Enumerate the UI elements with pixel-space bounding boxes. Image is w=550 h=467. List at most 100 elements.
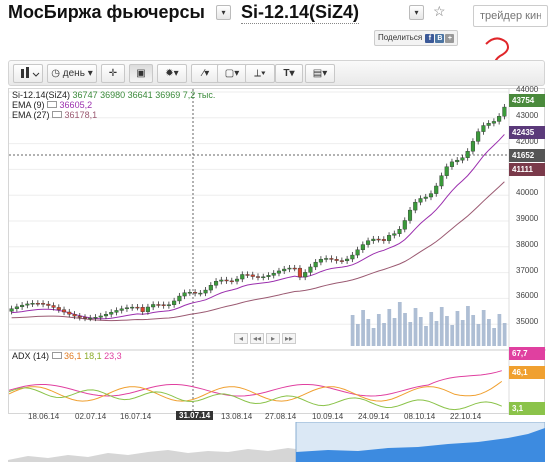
legend-close: 36969 [155,90,181,100]
scroll-left-button[interactable]: ◂ [234,333,248,344]
candle-body [308,266,313,273]
market-dropdown-icon[interactable]: ▾ [216,5,231,20]
ohlc-legend: Si-12.14(SiZ4) 36747 36980 36641 36969 7… [12,90,215,100]
crosshair-icon: ✛ [108,68,118,79]
candle-body [103,314,109,317]
period-button[interactable]: ◷ день ▾ [47,64,97,83]
ema27-legend: EMA (27) 36178,1 [12,110,97,120]
select-icon: ▣ [136,68,146,79]
date-axis-label: 08.10.14 [404,412,436,421]
candle-body [208,285,213,291]
share-label: Поделиться [378,33,423,42]
chart-toolbar: ◷ день ▾ ✛ ▣ ✹▾ ∕▾ ▢▾ ⟂▾ T▾ ▤▾ [8,60,545,86]
text-icon: T▾ [283,68,295,79]
period-label: день [62,68,85,79]
adx-tag-3: 3,1 [509,402,545,415]
candle-body [476,131,481,142]
navigator[interactable] [8,421,546,463]
candle-body [481,125,486,132]
candle-body [402,220,407,230]
more-share-icon[interactable]: + [445,34,455,43]
candle-body [345,258,350,262]
facebook-icon[interactable]: f [425,34,435,43]
instrument-dropdown-icon[interactable]: ▾ [409,5,424,20]
price-axis-label: 40000 [516,188,539,198]
candle-body [497,116,502,122]
scroll-far-right-button[interactable]: ▸▸ [282,333,296,344]
share-button[interactable]: Поделиться f B + [374,30,459,46]
adx-settings-icon[interactable] [51,352,62,359]
search-input[interactable] [473,5,548,27]
candle-body [240,274,245,280]
ema9-price-tag: 42435 [509,126,545,139]
image-icon: ▤▾ [312,68,328,79]
volume-bar [445,316,449,346]
candle-body [166,304,171,306]
scroll-far-left-button[interactable]: ◂◂ [250,333,264,344]
market-title: МосБиржа фьючерсы [8,2,205,22]
volume-bar [397,302,402,346]
volume-bar [366,319,371,346]
price-axis-label: 39000 [516,214,539,223]
chart-area[interactable] [8,88,546,415]
cursor-date-tag: 31.07.14 [176,411,214,420]
price-chart[interactable] [9,89,546,415]
candle-body [434,185,439,194]
vk-icon[interactable]: B [435,34,445,43]
navigator-chart [8,421,546,463]
chevron-down-icon: ▾ [87,68,93,79]
favorite-star-icon[interactable]: ☆ [433,3,446,20]
candle-body [119,308,124,311]
price-axis-label: 36000 [516,291,539,301]
adx-tag-2: 46,1 [509,366,545,379]
fibonacci-button[interactable]: ⟂▾ [245,64,275,83]
price-axis-label: 37000 [516,265,539,275]
ema27-value: 36178,1 [64,110,98,120]
image-button[interactable]: ▤▾ [305,64,335,83]
volume-bar [387,309,392,346]
candle-body [72,314,77,317]
candle-body [266,275,271,278]
volume-bar [455,311,460,346]
volume-bar [392,318,397,346]
last-price-tag: 43754 [509,94,545,107]
adx-label: ADX (14) [12,351,50,361]
volume-bar [476,324,481,346]
select-tool-button[interactable]: ▣ [129,64,153,83]
volume-bar [413,308,418,346]
chart-type-button[interactable] [13,64,43,83]
minus-di-line [9,387,502,411]
text-tool-button[interactable]: T▾ [275,64,303,83]
candle-body [56,307,61,310]
date-axis-label: 22.10.14 [450,412,482,421]
scroll-right-button[interactable]: ▸ [266,333,280,344]
pen-icon: ∕▾ [202,68,210,79]
crosshair-button[interactable]: ✛ [101,64,125,83]
candle-body [234,278,240,282]
candle-body [392,233,397,236]
date-axis-label: 24.09.14 [358,412,390,421]
shapes-button[interactable]: ▢▾ [217,64,247,83]
candle-body [250,274,255,277]
candle-body [193,292,198,294]
volume-bar [424,326,428,346]
candle-body [355,249,360,256]
legend-high: 36980 [100,90,126,100]
ema9-settings-icon[interactable] [47,101,58,108]
candle-body [366,240,371,245]
candle-body [449,161,454,167]
candle-body [324,258,329,260]
candle-body [77,315,82,318]
candle-body [271,273,276,276]
instrument-title: Si-12.14(SiZ4) [241,2,360,24]
adx-legend: ADX (14) 36,1 18,1 23,3 [12,351,122,361]
legend-open: 36747 [72,90,98,100]
indicators-button[interactable]: ✹▾ [157,64,187,83]
price-axis-label: 38000 [516,239,539,249]
volume-bar [471,315,476,346]
ema27-settings-icon[interactable] [52,111,63,118]
adx-value-2: 18,1 [84,351,102,361]
candle-body [177,295,182,302]
adx-value-3: 23,3 [104,351,122,361]
candles-icon [21,67,40,78]
